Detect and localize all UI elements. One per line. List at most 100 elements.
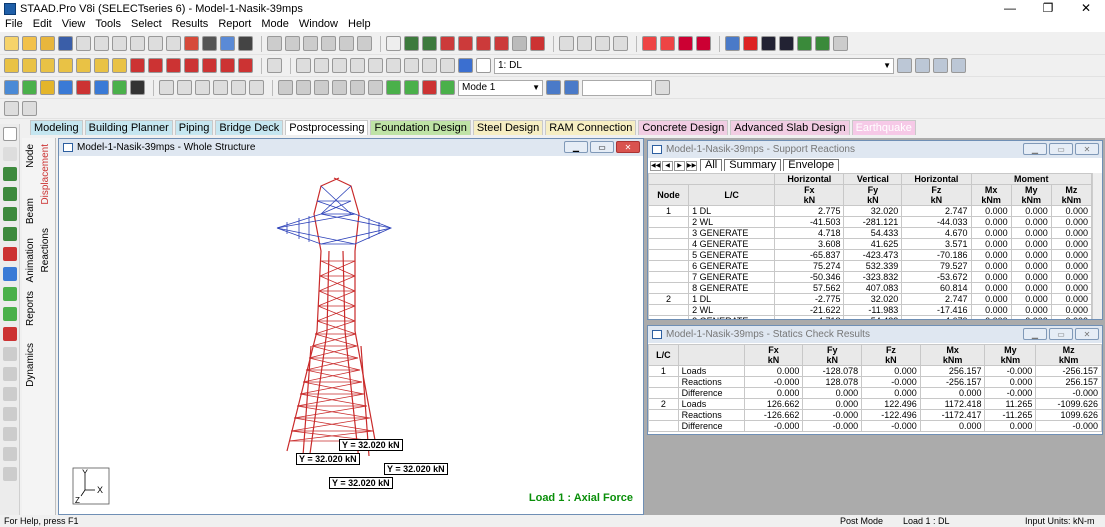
spin-left-icon[interactable]: [202, 58, 217, 73]
label-icon[interactable]: [595, 36, 610, 51]
help-query-icon[interactable]: [476, 58, 491, 73]
tab-steel-design[interactable]: Steel Design: [472, 120, 544, 135]
zoom-previous-icon[interactable]: [386, 58, 401, 73]
view-back-icon[interactable]: [22, 58, 37, 73]
menu-file[interactable]: File: [0, 17, 28, 32]
print-icon[interactable]: [76, 36, 91, 51]
scale-icon[interactable]: [278, 80, 293, 95]
table-row[interactable]: 7 GENERATE -50.346 -323.832 -53.672 0.000 0.0…: [648, 271, 1092, 283]
mz-icon[interactable]: [231, 80, 246, 95]
snap-icon[interactable]: [220, 36, 235, 51]
load-prev-icon[interactable]: [897, 58, 912, 73]
sections-icon[interactable]: [440, 80, 455, 95]
animation-icon[interactable]: [296, 80, 311, 95]
view-bottom-icon[interactable]: [94, 58, 109, 73]
text-cursor-icon[interactable]: [3, 367, 17, 381]
open-file-icon[interactable]: [22, 36, 37, 51]
cursor-icon[interactable]: [202, 36, 217, 51]
view-iso-icon[interactable]: [112, 58, 127, 73]
table-header-cell[interactable]: My kNm: [984, 344, 1037, 366]
magnify-icon[interactable]: [613, 36, 628, 51]
menu-mode[interactable]: Mode: [256, 17, 294, 32]
stress-icon[interactable]: [422, 80, 437, 95]
shear-icon[interactable]: [94, 80, 109, 95]
table-header-cell[interactable]: Mz kNm: [1050, 184, 1092, 206]
select-node-icon[interactable]: [404, 36, 419, 51]
tab-summary[interactable]: Summary: [724, 159, 782, 171]
geometry-cursor-icon[interactable]: [3, 287, 17, 301]
table-row[interactable]: 5 GENERATE -65.837 -423.473 -70.186 0.000 0.0…: [648, 249, 1092, 261]
display-text-icon[interactable]: [422, 58, 437, 73]
beam-stress-icon[interactable]: [58, 80, 73, 95]
mx-icon[interactable]: [195, 80, 210, 95]
table-row[interactable]: 11 DL 2.775 32.020 2.747 0.000 0.000 0.000: [648, 205, 1092, 217]
table-header-cell[interactable]: L/C: [688, 184, 776, 206]
flag-icon[interactable]: [743, 36, 758, 51]
tab-modeling[interactable]: Modeling: [30, 120, 83, 135]
structure-tree-icon[interactable]: [22, 101, 37, 116]
delete-icon[interactable]: [130, 36, 145, 51]
open-folder-icon[interactable]: [40, 36, 55, 51]
select-beam-icon[interactable]: [422, 36, 437, 51]
table-row[interactable]: 8 GENERATE 57.562 407.083 60.814 0.000 0.000 0…: [648, 282, 1092, 294]
side-tab-reports[interactable]: Reports: [25, 291, 36, 326]
table-header-cell[interactable]: Mz kNm: [1035, 344, 1102, 366]
pointer-icon[interactable]: [530, 36, 545, 51]
redo-icon[interactable]: [166, 36, 181, 51]
table-header-cell[interactable]: Node: [648, 184, 690, 206]
mode-next-icon[interactable]: [564, 80, 579, 95]
member-icon[interactable]: [660, 36, 675, 51]
dimension-icon[interactable]: [577, 36, 592, 51]
select-geometry-icon[interactable]: [494, 36, 509, 51]
undo-icon[interactable]: [148, 36, 163, 51]
rotate-right-icon[interactable]: [184, 58, 199, 73]
table-row[interactable]: 3 GENERATE4.71854.4334.6700.0000.0000.00…: [648, 227, 1092, 239]
menu-results[interactable]: Results: [167, 17, 214, 32]
table-row[interactable]: 1 Loads 0.000 -128.078 0.000 256.157 -0.000 -25…: [648, 365, 1102, 377]
side-tab-beam[interactable]: Beam: [25, 198, 36, 224]
check-icon[interactable]: [815, 36, 830, 51]
tab-earthquake[interactable]: Earthquake: [851, 120, 916, 135]
box-icon[interactable]: [3, 447, 17, 461]
fixed-icon[interactable]: [332, 80, 347, 95]
book-icon[interactable]: [357, 36, 372, 51]
axial-icon[interactable]: [249, 80, 264, 95]
table-header-cell[interactable]: Fx kN: [743, 344, 804, 366]
surface-cursor-icon[interactable]: [3, 247, 17, 261]
menu-window[interactable]: Window: [294, 17, 343, 32]
side-tab-reactions[interactable]: Reactions: [40, 228, 51, 272]
mode-prev-icon[interactable]: [546, 80, 561, 95]
grid-cursor-icon[interactable]: [3, 347, 17, 361]
maximize-icon[interactable]: ▭: [1049, 143, 1073, 155]
menu-select[interactable]: Select: [126, 17, 167, 32]
table-row[interactable]: Difference -0.000 -0.000 -0.000 0.000 0.000 -0…: [648, 420, 1102, 432]
solid-cursor-icon[interactable]: [3, 227, 17, 241]
restore-icon[interactable]: ❐: [1029, 0, 1067, 17]
scale-input[interactable]: [582, 79, 652, 96]
minimize-icon[interactable]: —: [991, 0, 1029, 17]
table-header-cell[interactable]: Fy kN: [843, 184, 903, 206]
text-icon[interactable]: [559, 36, 574, 51]
table-header-cell[interactable]: Fy kN: [802, 344, 863, 366]
structure-viewport[interactable]: Y X Z Y = 32.020 kN Y = 32.020 kN Y = 32…: [59, 156, 643, 514]
zoom-all-icon[interactable]: [368, 58, 383, 73]
next-tab-icon[interactable]: ▶: [674, 161, 685, 171]
tab-bridge-deck[interactable]: Bridge Deck: [215, 120, 284, 135]
table-header-cell[interactable]: Fz kN: [861, 344, 921, 366]
support-icon[interactable]: [696, 36, 711, 51]
table-header-cell[interactable]: [677, 344, 745, 366]
table-row[interactable]: 2 WL -21.622 -11.983 -17.416 0.000 0.000 0.000: [648, 304, 1092, 316]
table-row[interactable]: 3 GENERATE4.71854.4334.6700.0000.0000.00…: [648, 315, 1092, 319]
load-case-select[interactable]: 1: DL ▼: [494, 57, 894, 74]
side-tab-displacement[interactable]: Displacement: [40, 144, 51, 205]
shape-icon[interactable]: [3, 467, 17, 481]
animation-play-icon[interactable]: [404, 80, 419, 95]
tab-concrete-design[interactable]: Concrete Design: [638, 120, 729, 135]
mode-shape-icon[interactable]: [314, 80, 329, 95]
section-displacement-icon[interactable]: [22, 80, 37, 95]
new-file-icon[interactable]: [4, 36, 19, 51]
mode-select[interactable]: Mode 1 ▼: [458, 79, 543, 96]
draw-icon[interactable]: [184, 36, 199, 51]
help-icon[interactable]: [512, 36, 527, 51]
spin-right-icon[interactable]: [220, 58, 235, 73]
